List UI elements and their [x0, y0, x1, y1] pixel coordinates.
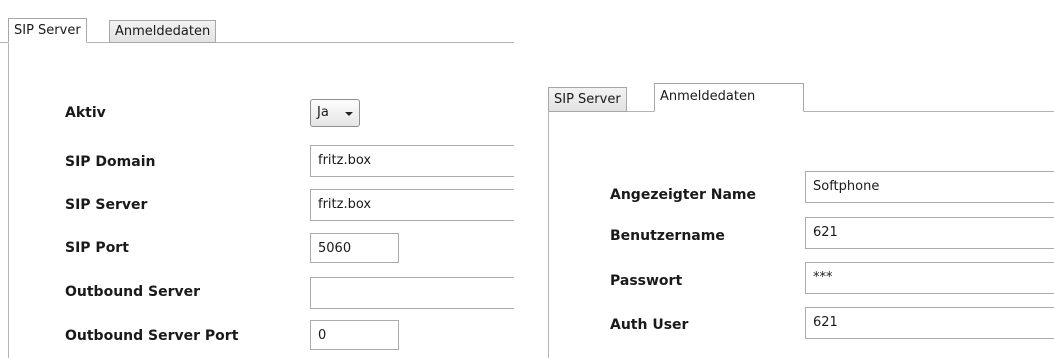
tab-strip: SIP Server Anmeldedaten	[0, 17, 514, 43]
sip-server-label: SIP Server	[65, 197, 148, 213]
auth-user-label: Auth User	[610, 317, 689, 333]
sip-domain-label: SIP Domain	[65, 154, 156, 170]
outbound-server-input[interactable]	[310, 277, 514, 309]
passwort-input[interactable]: ***	[805, 262, 1054, 294]
benutzername-input[interactable]: 621	[805, 217, 1054, 249]
tab-anmeldedaten[interactable]: Anmeldedaten	[654, 83, 804, 112]
tab-sip-server[interactable]: SIP Server	[8, 18, 87, 43]
sip-server-input[interactable]: fritz.box	[310, 189, 514, 221]
sip-port-input[interactable]: 5060	[310, 233, 399, 263]
anmeldedaten-panel: SIP Server Anmeldedaten Angezeigter Name…	[540, 70, 1054, 358]
tab-strip: SIP Server Anmeldedaten	[548, 82, 1054, 112]
sip-port-label: SIP Port	[65, 240, 129, 256]
aktiv-label: Aktiv	[65, 105, 106, 121]
passwort-label: Passwort	[610, 273, 683, 289]
outbound-server-port-label: Outbound Server Port	[65, 328, 239, 344]
angezeigter-name-input[interactable]: Softphone	[805, 171, 1054, 203]
chevron-down-icon	[345, 112, 353, 116]
tab-sip-server[interactable]: SIP Server	[548, 87, 627, 112]
angezeigter-name-label: Angezeigter Name	[610, 187, 756, 203]
sip-domain-input[interactable]: fritz.box	[310, 145, 514, 177]
outbound-server-label: Outbound Server	[65, 284, 201, 300]
tab-content-border	[8, 42, 9, 358]
benutzername-label: Benutzername	[610, 228, 725, 244]
sip-server-panel: SIP Server Anmeldedaten Aktiv Ja SIP Dom…	[0, 0, 514, 358]
aktiv-value: Ja	[317, 105, 329, 120]
tab-content-border	[548, 111, 549, 358]
tab-anmeldedaten[interactable]: Anmeldedaten	[109, 20, 217, 43]
outbound-server-port-input[interactable]: 0	[310, 320, 399, 350]
auth-user-input[interactable]: 621	[805, 307, 1054, 339]
aktiv-dropdown[interactable]: Ja	[310, 99, 360, 127]
